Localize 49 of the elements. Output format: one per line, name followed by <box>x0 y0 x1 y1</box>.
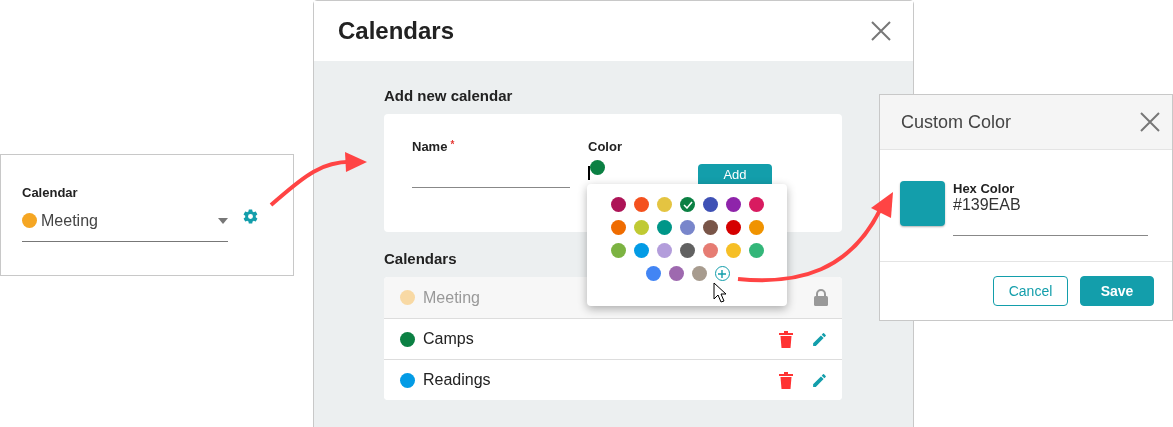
close-button[interactable] <box>871 21 891 41</box>
name-label: Name * <box>412 139 456 154</box>
calendar-select[interactable]: Meeting <box>22 200 228 242</box>
color-swatch[interactable] <box>680 220 695 235</box>
color-swatch[interactable] <box>726 243 741 258</box>
color-swatch[interactable] <box>680 197 695 212</box>
mouse-cursor-icon <box>713 282 727 303</box>
settings-button[interactable] <box>242 208 259 225</box>
color-swatch[interactable] <box>657 197 672 212</box>
color-dot[interactable] <box>590 160 605 175</box>
color-swatch[interactable] <box>668 266 684 281</box>
color-swatch[interactable] <box>611 243 626 258</box>
plus-icon <box>718 269 726 278</box>
section-title: Add new calendar <box>384 87 513 104</box>
close-button[interactable] <box>1140 112 1160 132</box>
color-swatch[interactable] <box>703 243 718 258</box>
color-swatch[interactable] <box>703 197 718 212</box>
field-label: Calendar <box>22 185 79 200</box>
edit-button[interactable] <box>811 330 828 348</box>
hex-color-field[interactable]: #139EAB <box>953 196 1148 236</box>
calendar-row[interactable]: Readings <box>384 359 842 400</box>
color-swatch[interactable] <box>749 220 764 235</box>
color-swatch[interactable] <box>691 266 707 281</box>
edit-button[interactable] <box>811 371 828 389</box>
section-title: Calendars <box>384 250 457 267</box>
color-label: Color <box>588 139 622 154</box>
color-swatch[interactable] <box>645 266 661 281</box>
color-swatch[interactable] <box>726 220 741 235</box>
color-swatch[interactable] <box>680 243 695 258</box>
lock-icon <box>814 289 828 306</box>
color-swatch[interactable] <box>657 243 672 258</box>
color-swatch[interactable] <box>726 197 741 212</box>
color-swatch[interactable] <box>634 243 649 258</box>
color-swatch[interactable] <box>657 220 672 235</box>
field-label: Hex Color <box>953 181 1016 196</box>
delete-button[interactable] <box>779 371 793 389</box>
delete-button[interactable] <box>779 330 793 348</box>
color-swatch[interactable] <box>611 197 626 212</box>
color-swatch[interactable] <box>611 220 626 235</box>
color-swatch[interactable] <box>749 243 764 258</box>
dialog-title: Custom Color <box>901 111 1012 133</box>
dropdown-caret-icon <box>218 217 228 224</box>
color-swatch[interactable] <box>634 220 649 235</box>
text-cursor <box>588 166 590 180</box>
color-swatch[interactable] <box>634 197 649 212</box>
color-swatch[interactable] <box>749 197 764 212</box>
add-custom-color-button[interactable] <box>714 266 730 281</box>
dialog-title: Calendars <box>338 17 455 45</box>
color-swatch[interactable] <box>703 220 718 235</box>
